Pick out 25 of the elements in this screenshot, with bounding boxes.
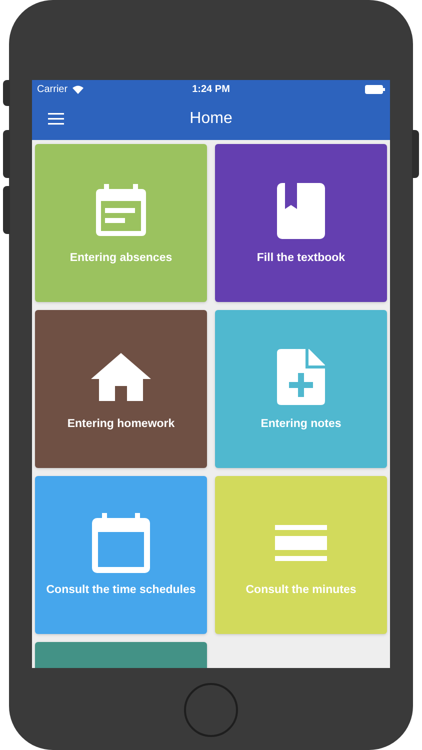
menu-tile[interactable]: Consult the minutes [215, 476, 387, 634]
tile-label: Entering absences [70, 250, 172, 266]
house-icon [91, 352, 151, 401]
page-title: Home [190, 109, 232, 129]
book-icon [277, 182, 325, 239]
wifi-icon [72, 84, 84, 94]
tile-label: Entering notes [260, 416, 342, 432]
menu-tile[interactable]: Fill the textbook [215, 144, 387, 302]
calendar-icon [94, 184, 148, 238]
home-button[interactable] [184, 683, 238, 737]
menu-tile[interactable]: Consult the time schedules [35, 476, 207, 634]
menu-icon[interactable] [48, 113, 64, 125]
tile-label: Consult the minutes [246, 582, 356, 598]
menu-tile[interactable]: Entering absences [35, 144, 207, 302]
note-add-icon [277, 348, 325, 405]
battery-icon [365, 84, 385, 94]
menu-tile[interactable]: Entering notes [215, 310, 387, 468]
tile-label: Fill the textbook [256, 250, 346, 266]
carrier-label: Carrier [37, 82, 68, 96]
tile-label: Entering homework [67, 416, 175, 432]
status-time: 1:24 PM [192, 82, 230, 96]
menu-tile[interactable]: Entering homework [35, 310, 207, 468]
tile-label: Consult the time schedules [46, 582, 196, 598]
calendar-icon [92, 512, 150, 573]
menu-lines-icon [275, 524, 327, 561]
